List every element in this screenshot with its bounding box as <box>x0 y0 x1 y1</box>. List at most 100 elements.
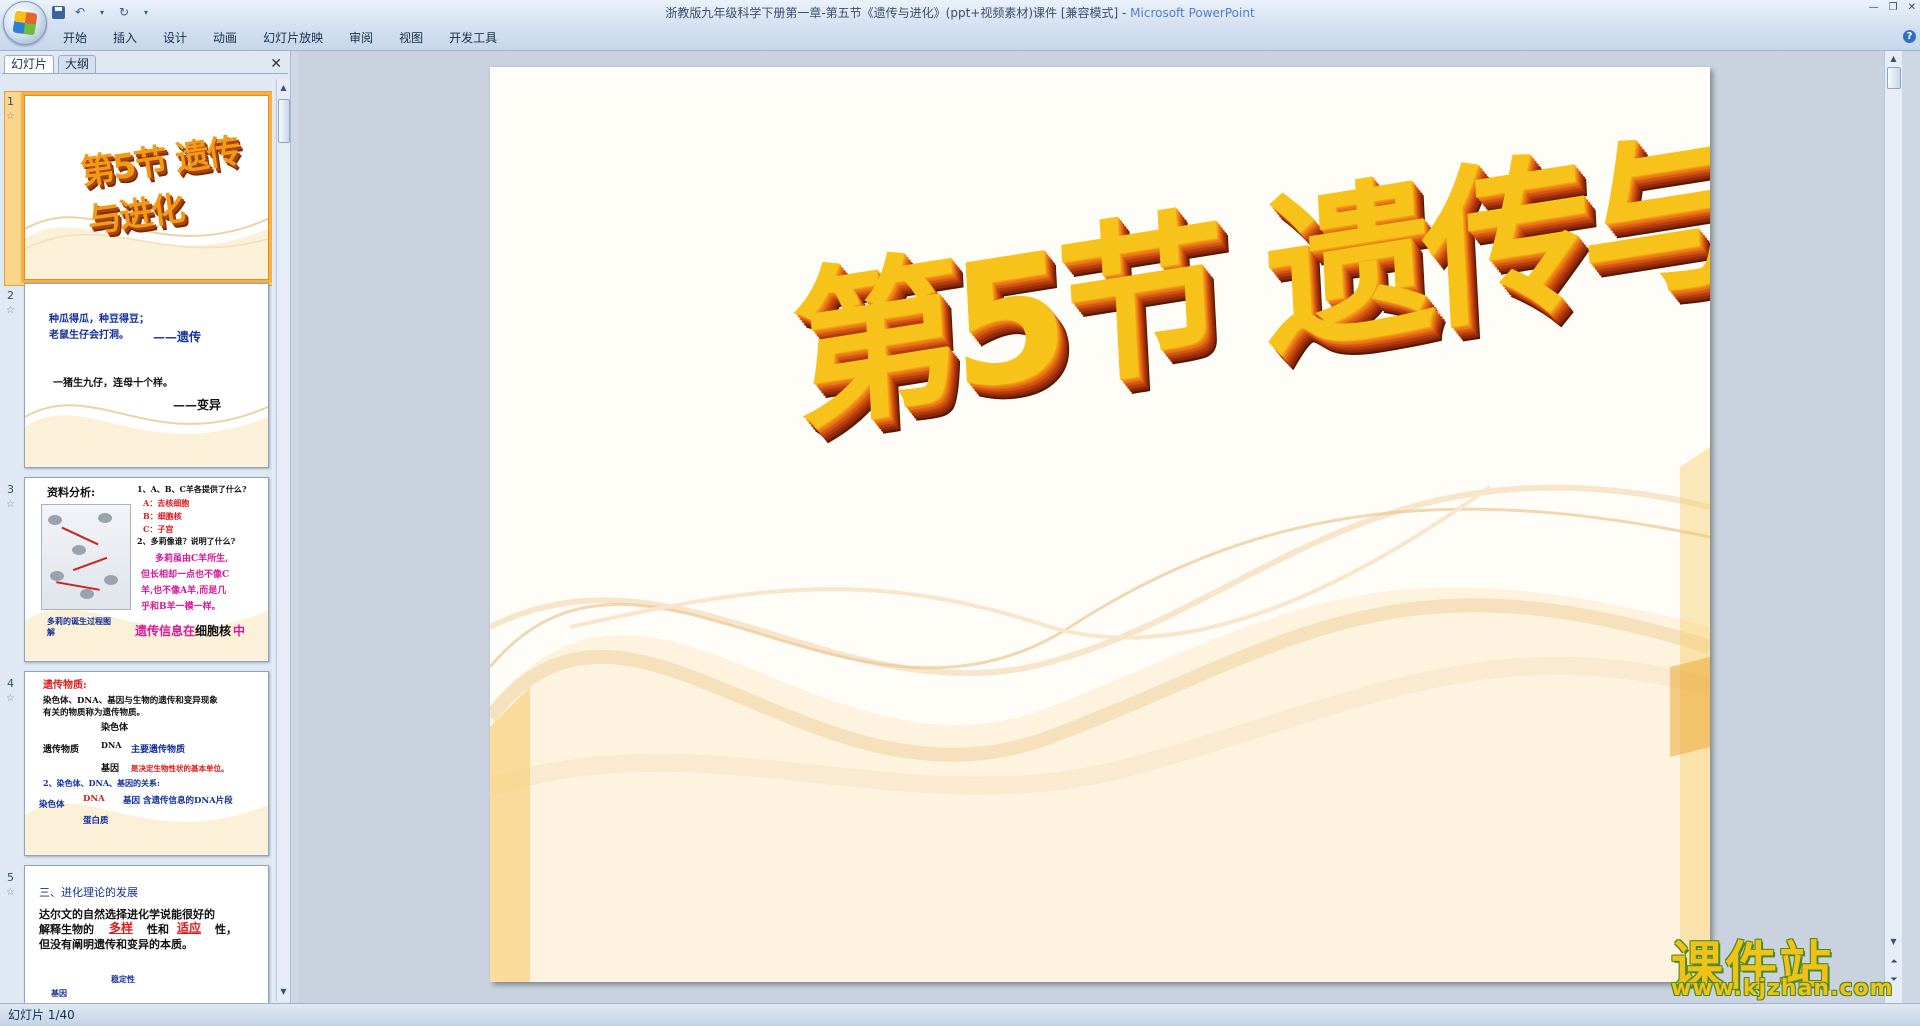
slide-thumbnail-1[interactable]: 第5节 遗传与进化 <box>21 92 272 283</box>
tab-slides[interactable]: 幻灯片 <box>4 55 55 73</box>
thumb-text: 染色体 <box>39 800 65 810</box>
thumb-text: 主要遗传物质 <box>131 745 186 755</box>
thumb-text: 是决定生物性状的基本单位。 <box>131 764 229 773</box>
thumb-text: 多莉虽由C羊所生, <box>155 554 229 564</box>
window-controls: — ❐ ✕ <box>1869 2 1916 13</box>
help-icon[interactable]: ? <box>1903 30 1916 43</box>
slide-thumbnail-3[interactable]: 资料分析: 1、A、B、C羊各提供了什么? A：去核细胞 B：细胞核 C：子宫 … <box>24 477 269 662</box>
thumb-text: 1、A、B、C羊各提供了什么? <box>137 484 247 494</box>
restore-icon[interactable]: ❐ <box>1889 2 1898 13</box>
thumb-text: 基因 <box>101 764 120 774</box>
tab-outline[interactable]: 大纲 <box>58 55 97 73</box>
slide-scrollbar[interactable]: ▲ ▼ ⏶ ⏷ <box>1884 51 1902 1003</box>
scrollbar-thumb[interactable] <box>278 99 290 143</box>
thumb-text: 2、多莉像谁？说明了什么? <box>137 536 236 546</box>
thumb-text: ——遗传 <box>153 330 202 344</box>
thumbnail-list: 1 ☆ 第5节 遗传与进化 2 ☆ 种瓜得瓜，种豆得豆； 老鼠生仔会打洞。 ——… <box>0 77 272 1003</box>
office-logo-icon <box>12 10 38 36</box>
thumb-text: DNA <box>101 740 122 750</box>
thumb-text: 有关的物质称为遗传物质。 <box>43 708 146 718</box>
current-slide[interactable]: 第5节 遗传与进化 <box>490 67 1710 982</box>
thumb-text: 羊,也不像A羊,而是几 <box>141 586 227 596</box>
thumb-text: ——变异 <box>173 398 222 412</box>
app-name: Microsoft PowerPoint <box>1130 6 1255 20</box>
customize-qat-icon[interactable]: ▾ <box>138 4 154 20</box>
tab-developer[interactable]: 开发工具 <box>436 27 510 49</box>
thumb-text: 染色体 <box>101 723 129 733</box>
status-bar: 幻灯片 1/40 <box>0 1003 1920 1026</box>
scrollbar-thumb[interactable] <box>1887 67 1901 89</box>
thumb-text: 中 <box>233 624 246 638</box>
thumb-text: DNA <box>83 794 105 804</box>
office-button[interactable] <box>3 1 47 45</box>
tab-design[interactable]: 设计 <box>150 27 200 49</box>
scroll-up-icon[interactable]: ▲ <box>1888 52 1899 66</box>
slides-pane: 幻灯片 大纲 ✕ 1 ☆ 第5节 遗传与进化 2 ☆ 种瓜得瓜，种豆得豆； 老鼠… <box>0 51 291 1003</box>
thumb-text: 一猪生九仔，连母十个样。 <box>53 378 173 389</box>
tab-home[interactable]: 开始 <box>50 27 100 49</box>
thumb-text: 适应 <box>177 921 202 935</box>
thumb-text: 多样 <box>109 921 134 935</box>
redo-icon[interactable]: ↻ <box>116 4 132 20</box>
thumb-text: 乎和B羊一模一样。 <box>141 602 221 612</box>
watermark-logo: 课件站 www.kjzhan.com <box>1665 924 1900 1004</box>
thumb-text: 多莉的诞生过程图解 <box>47 616 111 637</box>
thumb-text: 细胞核 <box>195 624 232 638</box>
ribbon-tabs: 开始 插入 设计 动画 幻灯片放映 审阅 视图 开发工具 <box>50 27 510 49</box>
thumb-text: C：子宫 <box>143 524 174 534</box>
animation-star-icon: ☆ <box>6 887 15 898</box>
thumb-text: 遗传信息在 <box>135 624 196 638</box>
tab-review[interactable]: 审阅 <box>336 27 386 49</box>
save-icon[interactable] <box>50 4 66 20</box>
animation-star-icon: ☆ <box>6 499 15 510</box>
tab-view[interactable]: 视图 <box>386 27 436 49</box>
close-pane-icon[interactable]: ✕ <box>270 56 282 72</box>
slide-thumbnail-5[interactable]: 三、进化理论的发展 达尔文的自然选择进化学说能很好的 解释生物的 多样 性和 适… <box>24 865 269 1003</box>
title-bar: ↶ ▾ ↻ ▾ 浙教版九年级科学下册第一章-第五节《遗传与进化》(ppt+视频素… <box>0 0 1920 51</box>
scroll-up-icon[interactable]: ▲ <box>278 81 289 95</box>
thumb-text: A：去核细胞 <box>143 498 190 508</box>
thumb-text: 遗传物质 <box>43 745 80 755</box>
thumb-text: 资料分析: <box>47 486 96 499</box>
scroll-down-icon[interactable]: ▼ <box>278 985 289 999</box>
slide-thumbnail-4[interactable]: 遗传物质: 染色体、DNA、基因与生物的遗传和变异现象 有关的物质称为遗传物质。… <box>24 671 269 856</box>
thumb-text: 基因 <box>51 988 67 998</box>
thumb-text: 但没有阐明遗传和变异的本质。 <box>39 938 193 951</box>
thumb-text: 染色体、DNA、基因与生物的遗传和变异现象 <box>43 696 218 706</box>
slide-thumbnail-2[interactable]: 种瓜得瓜，种豆得豆； 老鼠生仔会打洞。 ——遗传 一猪生九仔，连母十个样。 ——… <box>24 283 269 468</box>
animation-star-icon: ☆ <box>6 111 15 122</box>
thumb-text: 性和 <box>147 923 169 936</box>
dropdown-arrow-icon[interactable]: ▾ <box>94 4 110 20</box>
thumbnail-scrollbar[interactable]: ▲ ▼ <box>276 79 290 1001</box>
pane-tabs: 幻灯片 大纲 ✕ <box>2 53 288 74</box>
thumb-text: 蛋白质 <box>83 816 109 826</box>
quick-access-toolbar: ↶ ▾ ↻ ▾ <box>50 3 154 21</box>
close-icon[interactable]: ✕ <box>1908 2 1916 13</box>
thumb-text: B：细胞核 <box>143 511 182 521</box>
thumb-text: 解释生物的 <box>39 923 94 936</box>
thumb-text: 遗传物质: <box>43 680 87 691</box>
cloning-diagram-image <box>41 504 131 610</box>
thumbnail-number: 1 <box>7 95 14 108</box>
thumb-text: 2、染色体、DNA、基因的关系: <box>43 778 160 788</box>
thumb-text: 稳定性 <box>111 974 135 984</box>
thumbnail-number: 5 <box>7 871 14 884</box>
thumb-text: 三、进化理论的发展 <box>39 886 138 899</box>
tab-animation[interactable]: 动画 <box>200 27 250 49</box>
thumbnail-number: 4 <box>7 677 14 690</box>
thumb-text: 老鼠生仔会打洞。 <box>49 330 129 341</box>
thumbnail-number: 2 <box>7 289 14 302</box>
slide-counter: 幻灯片 1/40 <box>8 1008 75 1022</box>
thumb-text: 基因 含遗传信息的DNA片段 <box>123 796 233 806</box>
document-title: 浙教版九年级科学下册第一章-第五节《遗传与进化》(ppt+视频素材)课件 [兼容… <box>665 6 1131 20</box>
thumb-text: 但长相却一点也不像C <box>141 570 230 580</box>
window-title: 浙教版九年级科学下册第一章-第五节《遗传与进化》(ppt+视频素材)课件 [兼容… <box>500 4 1420 21</box>
watermark-url: www.kjzhan.com <box>1671 976 1894 1001</box>
thumb-text: 性， <box>215 923 237 936</box>
minimize-icon[interactable]: — <box>1869 2 1879 13</box>
animation-star-icon: ☆ <box>6 693 15 704</box>
thumbnail-number: 3 <box>7 483 14 496</box>
tab-slideshow[interactable]: 幻灯片放映 <box>250 27 336 49</box>
tab-insert[interactable]: 插入 <box>100 27 150 49</box>
undo-icon[interactable]: ↶ <box>72 4 88 20</box>
